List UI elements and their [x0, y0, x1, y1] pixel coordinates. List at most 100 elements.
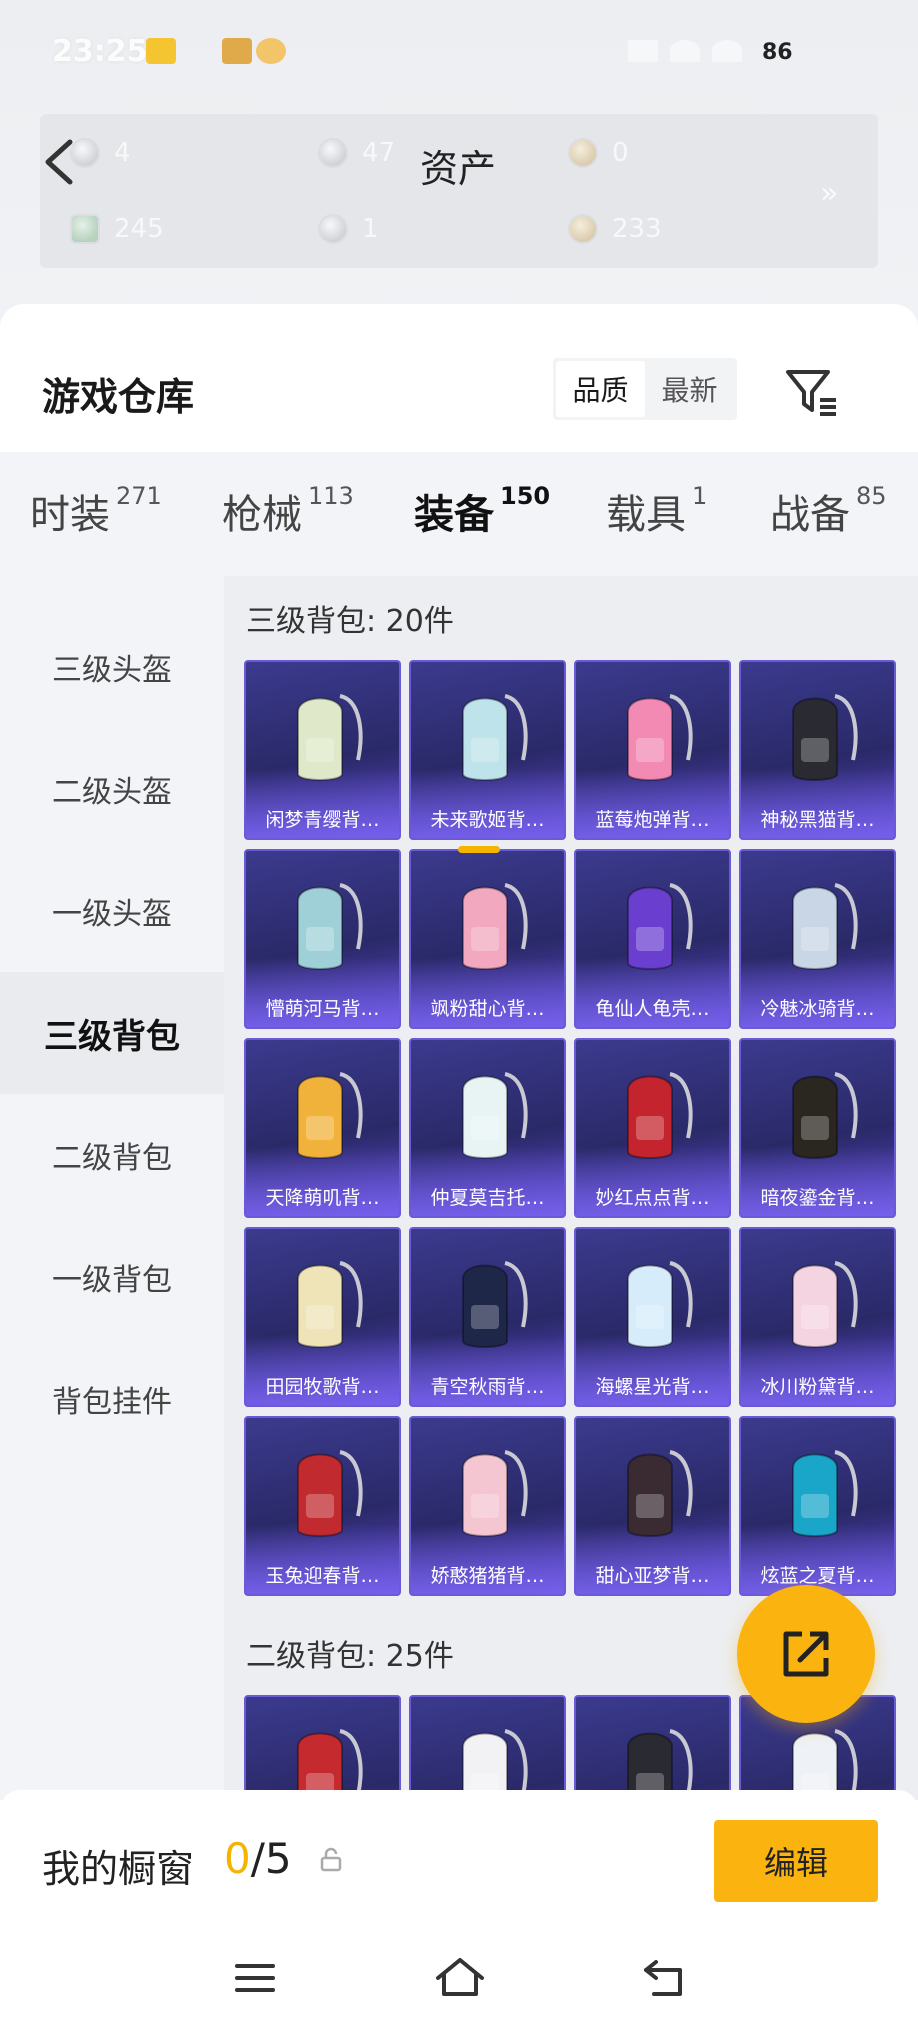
backpack-item-card[interactable]: 仲夏莫吉托… — [409, 1038, 566, 1218]
tab-count: 1 — [692, 482, 708, 510]
top-area: 23:25 86 4 47 0 245 1 233 资产 » — [0, 0, 918, 320]
wifi-icon — [712, 40, 742, 62]
sidebar-item-backpack-charm[interactable]: 背包挂件 — [0, 1338, 224, 1460]
chevron-left-icon — [45, 139, 73, 185]
tab-count: 271 — [116, 482, 162, 510]
double-chevron-right-icon[interactable]: » — [820, 176, 838, 211]
asset-item: 245 — [70, 214, 164, 244]
item-name: 田园牧歌背… — [265, 1376, 380, 1398]
tab-vehicles[interactable]: 载具 1 — [606, 482, 707, 540]
asset-value: 4 — [114, 138, 131, 168]
backpack-icon — [792, 694, 858, 781]
item-name: 飒粉甜心背… — [430, 998, 545, 1020]
tab-count: 85 — [856, 482, 887, 510]
tab-label: 枪械 — [222, 492, 302, 538]
sidebar-item-backpack-lv2[interactable]: 二级背包 — [0, 1094, 224, 1216]
back-button[interactable] — [36, 132, 86, 192]
backpack-icon — [297, 694, 363, 781]
backpack-item-card[interactable] — [409, 1695, 566, 1800]
tab-supplies[interactable]: 战备 85 — [770, 482, 887, 540]
backpack-item-card[interactable]: 妙红点点背… — [574, 1038, 731, 1218]
status-bar: 23:25 86 — [0, 0, 918, 110]
backpack-item-card[interactable]: 神秘黑猫背… — [739, 660, 896, 840]
home-button[interactable] — [430, 1950, 490, 2006]
active-tab-indicator — [458, 846, 500, 853]
tab-fashion[interactable]: 时装 271 — [30, 482, 162, 540]
backpack-item-card[interactable]: 青空秋雨背… — [409, 1227, 566, 1407]
wifi-icon — [670, 40, 700, 62]
ticket-icon — [70, 214, 100, 244]
back-nav-button[interactable] — [636, 1950, 696, 2006]
backpack-icon — [462, 1261, 528, 1348]
backpack-item-card[interactable]: 飒粉甜心背… — [409, 849, 566, 1029]
sort-by-quality[interactable]: 品质 — [556, 361, 645, 417]
backpack-item-card[interactable]: 暗夜鎏金背… — [739, 1038, 896, 1218]
backpack-item-card[interactable]: 未来歌姬背… — [409, 660, 566, 840]
backpack-icon — [297, 1729, 363, 1800]
showcase-total: /5 — [250, 1834, 292, 1883]
system-nav-bar — [0, 1920, 918, 2040]
sidebar-item-backpack-lv3[interactable]: 三级背包 — [0, 972, 224, 1094]
sheet-header: 游戏仓库 品质 最新 — [0, 304, 918, 452]
backpack-icon — [297, 1072, 363, 1159]
backpack-item-card[interactable]: 龟仙人龟壳… — [574, 849, 731, 1029]
backpack-icon — [627, 694, 693, 781]
edit-button[interactable]: 编辑 — [714, 1820, 878, 1902]
backpack-item-card[interactable]: 海螺星光背… — [574, 1227, 731, 1407]
tab-count: 150 — [500, 482, 551, 510]
page-title: 资产 — [420, 147, 497, 191]
backpack-item-card[interactable]: 玉兔迎春背… — [244, 1416, 401, 1596]
tab-equipment[interactable]: 装备 150 — [414, 482, 550, 540]
tab-guns[interactable]: 枪械 113 — [222, 482, 354, 540]
asset-value: 1 — [362, 214, 379, 244]
backpack-icon — [792, 1072, 858, 1159]
backpack-icon — [792, 1729, 858, 1800]
asset-item: 1 — [318, 214, 379, 244]
app-notification-icon — [256, 38, 286, 64]
sidebar-item-backpack-lv1[interactable]: 一级背包 — [0, 1216, 224, 1338]
item-name: 神秘黑猫背… — [760, 809, 875, 831]
backpack-item-card[interactable]: 甜心亚梦背… — [574, 1416, 731, 1596]
backpack-item-card[interactable] — [244, 1695, 401, 1800]
asset-item: 233 — [568, 214, 662, 244]
backpack-item-card[interactable]: 冰川粉黛背… — [739, 1227, 896, 1407]
tab-count: 113 — [308, 482, 354, 510]
filter-icon — [786, 370, 836, 416]
backpack-icon — [627, 1072, 693, 1159]
sidebar-item-helmet-lv1[interactable]: 一级头盔 — [0, 850, 224, 972]
item-name: 闲梦青缨背… — [265, 809, 380, 831]
tab-label: 战备 — [770, 492, 850, 538]
backpack-icon — [627, 1729, 693, 1800]
backpack-icon — [462, 883, 528, 970]
menu-button[interactable] — [225, 1950, 285, 2006]
signal-icon — [628, 40, 658, 62]
tab-label: 装备 — [414, 492, 494, 538]
filter-button[interactable] — [782, 364, 842, 420]
item-name: 龟仙人龟壳… — [595, 998, 710, 1020]
status-time: 23:25 — [52, 34, 148, 69]
asset-value: 0 — [612, 138, 629, 168]
home-icon — [436, 1958, 484, 1996]
backpack-item-card[interactable]: 天降萌叽背… — [244, 1038, 401, 1218]
sort-by-latest[interactable]: 最新 — [645, 361, 734, 417]
share-button[interactable] — [737, 1585, 875, 1723]
backpack-item-card[interactable]: 田园牧歌背… — [244, 1227, 401, 1407]
item-name: 冷魅冰骑背… — [760, 998, 875, 1020]
item-name: 炫蓝之夏背… — [760, 1565, 875, 1587]
backpack-item-card[interactable]: 娇憨猪猪背… — [409, 1416, 566, 1596]
sidebar-item-helmet-lv3[interactable]: 三级头盔 — [0, 606, 224, 728]
backpack-item-card[interactable] — [574, 1695, 731, 1800]
showcase-current: 0 — [224, 1834, 251, 1883]
item-name: 青空秋雨背… — [430, 1376, 545, 1398]
share-icon — [783, 1631, 829, 1677]
backpack-item-card[interactable]: 炫蓝之夏背… — [739, 1416, 896, 1596]
category-tabs: 时装 271 枪械 113 装备 150 载具 1 战备 85 — [0, 452, 918, 576]
sidebar-item-helmet-lv2[interactable]: 二级头盔 — [0, 728, 224, 850]
backpack-item-card[interactable]: 蓝莓炮弹背… — [574, 660, 731, 840]
backpack-item-card[interactable]: 闲梦青缨背… — [244, 660, 401, 840]
backpack-icon — [627, 883, 693, 970]
backpack-icon — [462, 1072, 528, 1159]
backpack-item-card[interactable]: 冷魅冰骑背… — [739, 849, 896, 1029]
backpack-icon — [462, 694, 528, 781]
backpack-item-card[interactable]: 懵萌河马背… — [244, 849, 401, 1029]
